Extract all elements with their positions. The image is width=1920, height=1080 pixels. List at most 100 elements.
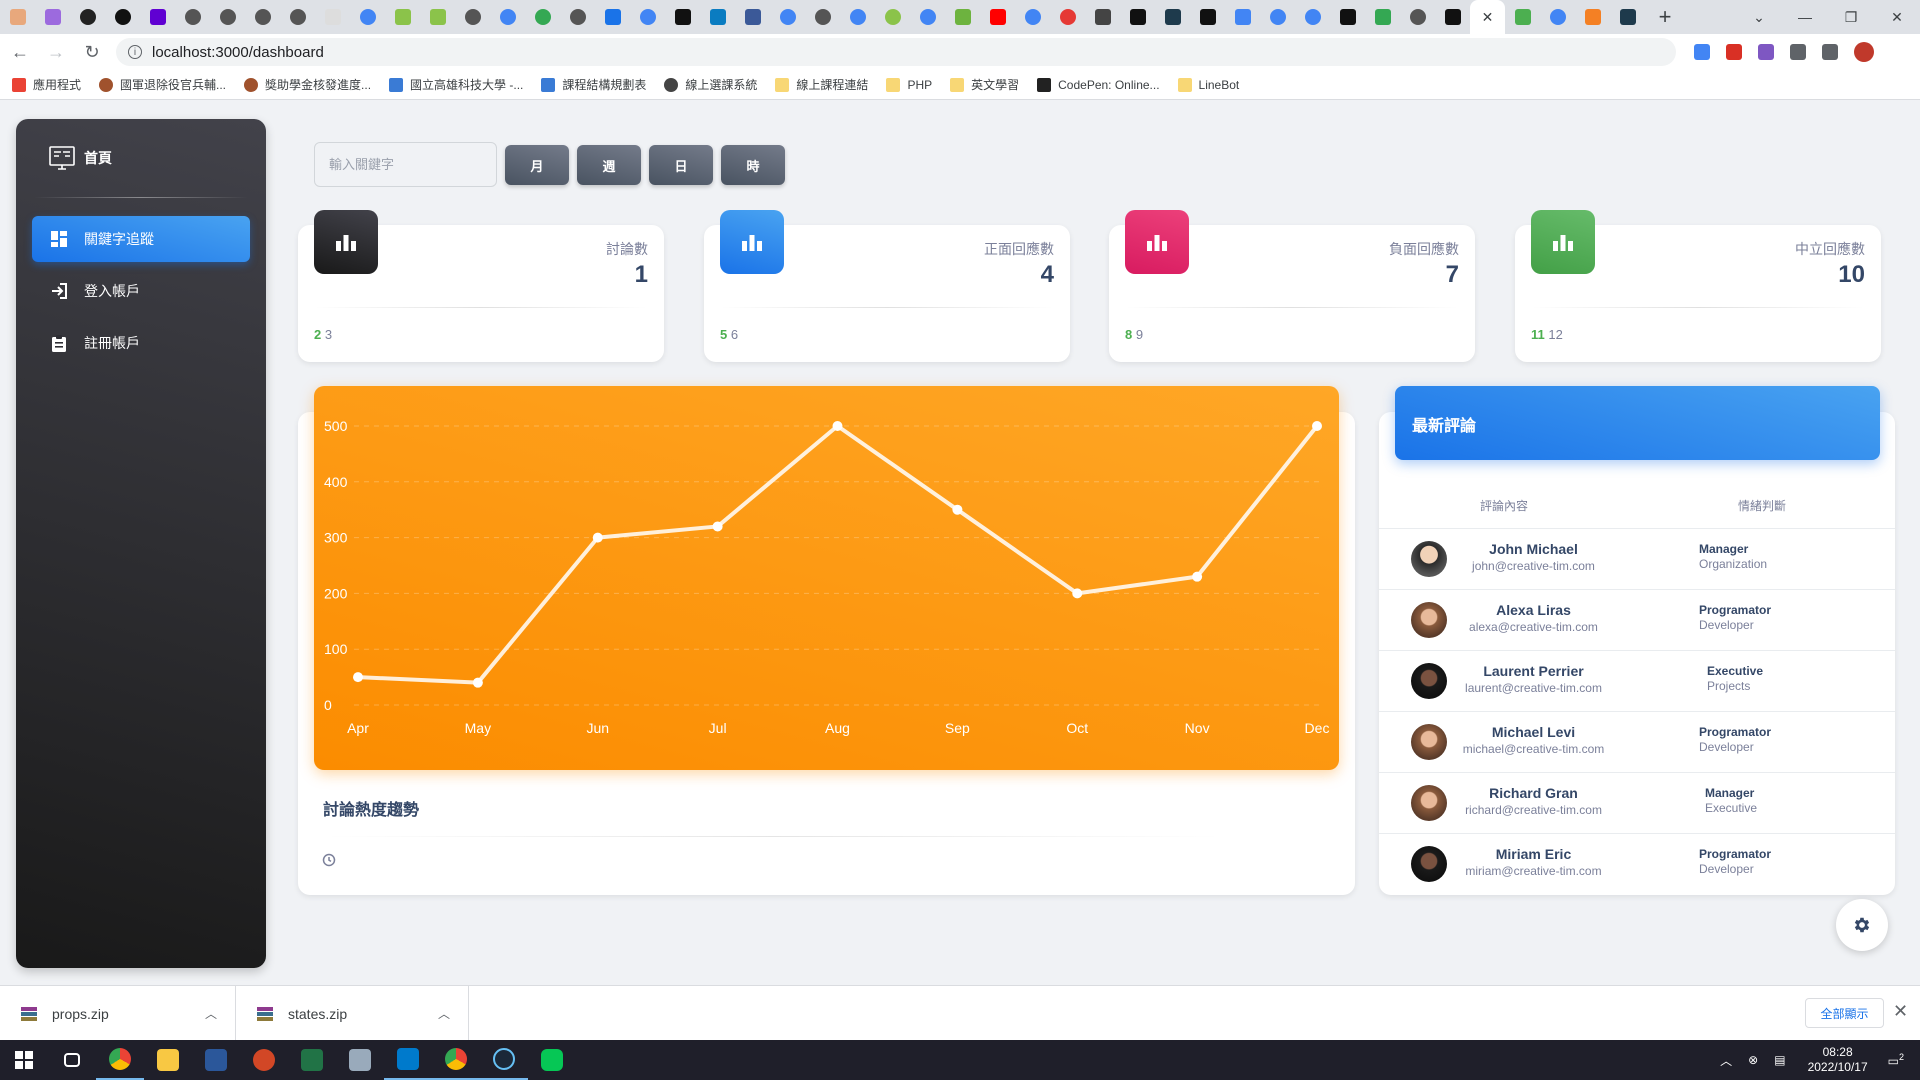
data-point[interactable] [952,504,963,515]
browser-tab[interactable] [665,4,700,30]
forward-icon[interactable]: → [40,36,72,68]
browser-tab[interactable] [245,4,280,30]
system-clock[interactable]: 08:28 2022/10/17 [1808,1045,1868,1075]
keyboard-icon[interactable]: ▤ [1774,1053,1785,1067]
browser-tab[interactable] [1365,4,1400,30]
browser-tab[interactable] [840,4,875,30]
browser-tab[interactable] [105,4,140,30]
table-row[interactable]: Michael Levi michael@creative-tim.com Pr… [1379,711,1895,772]
maximize-button[interactable]: ❐ [1828,0,1874,34]
browser-tab[interactable] [1120,4,1155,30]
browser-tab[interactable] [140,4,175,30]
bookmark-apps[interactable]: 應用程式 [12,76,81,93]
browser-tab[interactable] [1050,4,1085,30]
table-row[interactable]: Miriam Eric miriam@creative-tim.com Prog… [1379,833,1895,894]
browser-tab[interactable] [1190,4,1225,30]
browser-tab[interactable] [595,4,630,30]
browser-tab[interactable] [35,4,70,30]
puzzle-icon[interactable] [1790,44,1806,60]
bookmark-folder[interactable]: LineBot [1177,77,1239,92]
close-window-button[interactable]: ✕ [1874,0,1920,34]
browser-tab[interactable] [770,4,805,30]
start-button[interactable] [0,1040,48,1080]
table-row[interactable]: Alexa Liras alexa@creative-tim.com Progr… [1379,589,1895,650]
tray-chevron-up-icon[interactable]: ︿ [1720,1052,1732,1069]
browser-tab[interactable] [1295,4,1330,30]
bookmark[interactable]: 獎助學金核發進度... [244,76,371,93]
data-point[interactable] [712,521,723,532]
new-tab-button[interactable]: + [1645,4,1685,30]
sidebar-brand[interactable]: 首頁 [16,119,266,197]
browser-tab[interactable] [420,4,455,30]
browser-tab[interactable] [945,4,980,30]
browser-tab[interactable] [1505,4,1540,30]
hour-button[interactable]: 時 [721,145,785,185]
table-row[interactable]: Laurent Perrier laurent@creative-tim.com… [1379,650,1895,711]
browser-tab[interactable] [735,4,770,30]
download-item[interactable]: states.zip ︿ [236,986,469,1041]
browser-tab[interactable] [175,4,210,30]
site-info-icon[interactable]: i [128,45,142,59]
side-panel-icon[interactable] [1822,44,1838,60]
data-point[interactable] [592,532,603,543]
chevron-up-icon[interactable]: ︿ [438,1005,450,1022]
chevron-up-icon[interactable]: ︿ [205,1005,217,1022]
browser-tab[interactable] [630,4,665,30]
data-point[interactable] [832,421,843,431]
data-point[interactable] [1072,588,1083,599]
bookmark-folder[interactable]: PHP [886,77,932,92]
data-point[interactable] [1192,571,1203,582]
browser-tab[interactable] [1330,4,1365,30]
taskbar-line[interactable] [528,1040,576,1080]
table-row[interactable]: Richard Gran richard@creative-tim.com Ma… [1379,772,1895,833]
browser-tab[interactable] [910,4,945,30]
sidebar-item-login[interactable]: 登入帳戶 [32,268,250,314]
sidebar-item-keyword-tracking[interactable]: 關鍵字追蹤 [32,216,250,262]
taskbar-word[interactable] [192,1040,240,1080]
browser-tab[interactable] [805,4,840,30]
browser-tab[interactable] [875,4,910,30]
browser-tab[interactable] [490,4,525,30]
bookmark[interactable]: 國軍退除役官兵輔... [99,76,226,93]
extension-icon[interactable] [1758,44,1774,60]
translate-icon[interactable] [1694,44,1710,60]
taskbar-steam[interactable] [480,1040,528,1080]
task-view-button[interactable] [48,1040,96,1080]
browser-tab[interactable] [210,4,245,30]
taskbar-app[interactable] [336,1040,384,1080]
browser-tab[interactable] [1155,4,1190,30]
bookmark[interactable]: 課程結構規劃表 [541,76,646,93]
reload-icon[interactable]: ↻ [76,36,108,68]
taskbar-chrome[interactable] [96,1040,144,1080]
active-browser-tab[interactable]: ✕ [1470,0,1505,34]
week-button[interactable]: 週 [577,145,641,185]
settings-button[interactable] [1836,899,1888,951]
close-icon[interactable]: ✕ [1893,1001,1908,1022]
sidebar-item-register[interactable]: 註冊帳戶 [32,320,250,366]
browser-tab[interactable] [385,4,420,30]
browser-tab[interactable] [1085,4,1120,30]
browser-tab[interactable] [1540,4,1575,30]
network-icon[interactable]: ⊗ [1748,1053,1758,1067]
taskbar-powerpoint[interactable] [240,1040,288,1080]
browser-tab[interactable] [980,4,1015,30]
browser-tab[interactable] [560,4,595,30]
profile-avatar[interactable] [1854,42,1874,62]
browser-tab[interactable] [1435,4,1470,30]
month-button[interactable]: 月 [505,145,569,185]
show-all-downloads-button[interactable]: 全部顯示 [1805,998,1884,1028]
browser-tab[interactable] [1400,4,1435,30]
minimize-button[interactable]: — [1782,0,1828,34]
taskbar-vscode[interactable] [384,1040,432,1080]
day-button[interactable]: 日 [649,145,713,185]
browser-tab[interactable] [455,4,490,30]
browser-tab[interactable] [1575,4,1610,30]
browser-tab[interactable] [70,4,105,30]
taskbar-excel[interactable] [288,1040,336,1080]
browser-tab[interactable] [350,4,385,30]
browser-tab[interactable] [525,4,560,30]
keyword-search-input[interactable] [314,142,497,187]
bookmark[interactable]: 國立高雄科技大學 -... [389,76,523,93]
data-point[interactable] [1312,421,1322,431]
browser-tab[interactable] [0,4,35,30]
